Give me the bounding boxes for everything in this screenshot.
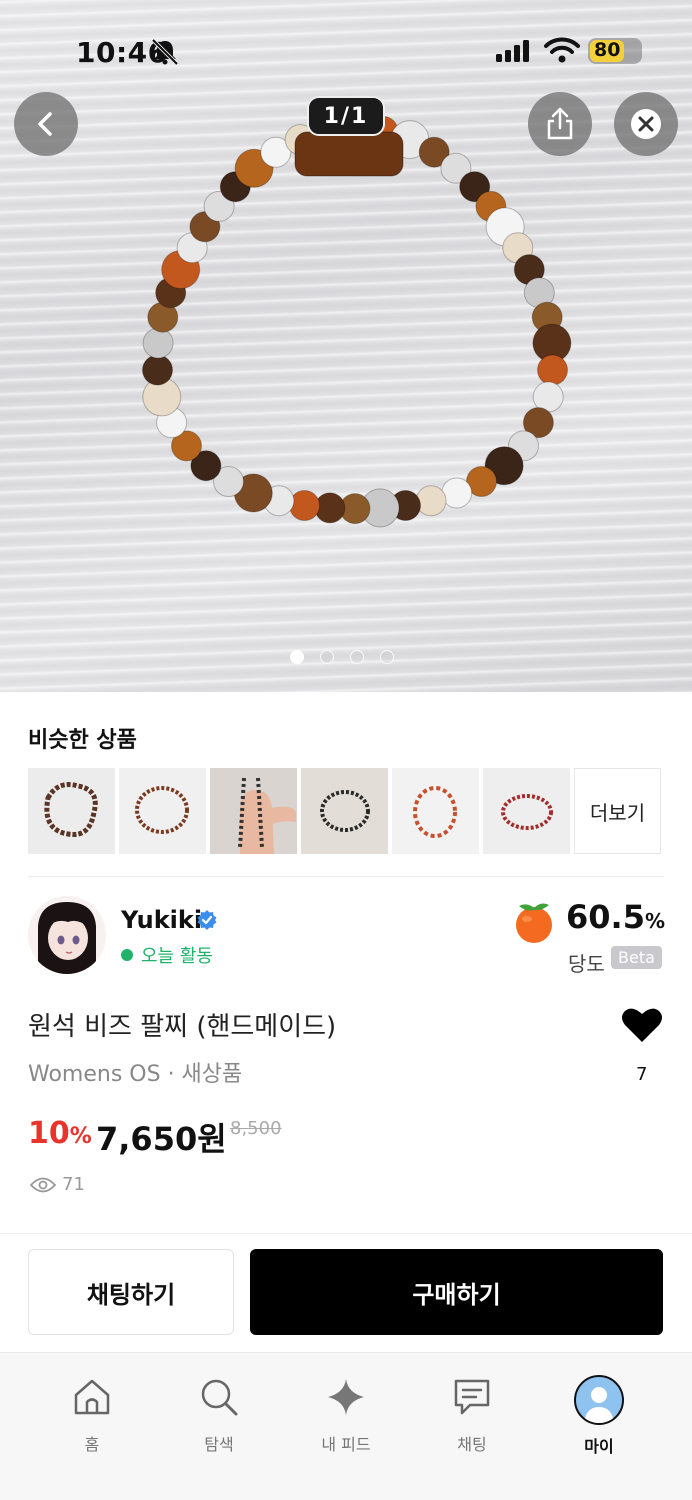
bracelet-bead [537,354,568,386]
similar-product-thumb[interactable] [483,768,570,854]
similar-product-thumb[interactable] [301,768,388,854]
pagination-dot[interactable] [290,650,304,664]
discount-rate: 10% [28,1116,92,1151]
close-button[interactable] [614,92,678,156]
more-similar-button[interactable]: 더보기 [574,768,661,854]
chat-button[interactable]: 채팅하기 [28,1249,234,1335]
heart-icon[interactable] [621,1006,663,1044]
persimmon-icon [516,903,552,943]
image-counter: 1/1 [307,96,385,136]
pagination-dot[interactable] [380,650,394,664]
nav-search-label: 탐색 [204,1435,234,1454]
similar-products-list: 더보기 [28,768,661,854]
verified-badge-icon [197,910,217,930]
status-bar: 10:46 80 [0,0,692,90]
nav-search[interactable]: 탐색 [169,1375,269,1455]
bracelet-bead [289,490,320,521]
bracelet-bead [415,485,447,517]
product-title: 원석 비즈 팔찌 (핸드메이드) [28,1012,337,1042]
similar-product-thumb[interactable] [119,768,206,854]
view-count: 71 [30,1174,85,1195]
bracelet-tube-bead [294,131,404,177]
bracelet-bead [142,327,174,359]
sweetness-score[interactable]: 60.5% [566,898,665,936]
sale-price: 7,650원 [96,1120,227,1158]
image-pagination [290,650,394,664]
seller-activity-status: 오늘 활동 [121,942,213,968]
back-button[interactable] [14,92,78,156]
nav-home[interactable]: 홈 [42,1375,142,1455]
seller-name[interactable]: Yukiki [121,906,202,934]
signal-icon [496,40,529,62]
beta-badge: Beta [611,946,662,969]
mute-bell-icon [151,38,179,66]
sparkle-icon [328,1379,364,1415]
battery-icon: 80 [588,38,642,64]
section-divider [28,876,664,877]
nav-my-label: 마이 [584,1437,614,1456]
battery-level: 80 [594,39,621,61]
chat-bubble-icon [454,1379,490,1415]
product-brand-condition: Womens OS · 새상품 [28,1062,243,1087]
similar-products-title: 비슷한 상품 [28,728,137,753]
close-icon [631,109,661,139]
share-button[interactable] [528,92,592,156]
online-dot-icon [121,949,133,961]
bracelet-bead [142,354,173,386]
nav-chat[interactable]: 채팅 [422,1375,522,1455]
similar-product-thumb[interactable] [28,768,115,854]
wifi-icon [544,37,580,63]
search-icon [201,1379,238,1416]
view-count-number: 71 [62,1174,85,1195]
pagination-dot[interactable] [350,650,364,664]
nav-feed[interactable]: 내 피드 [296,1375,396,1455]
seller-status-text: 오늘 활동 [141,946,213,967]
like-count: 7 [636,1064,648,1085]
share-icon [547,107,573,140]
sweetness-label: 당도 [568,952,605,976]
similar-product-thumb[interactable] [210,768,297,854]
nav-feed-label: 내 피드 [321,1435,371,1454]
similar-product-thumb[interactable] [392,768,479,854]
action-bar-divider [0,1233,692,1234]
eye-icon [30,1177,56,1192]
nav-chat-label: 채팅 [457,1435,487,1454]
original-price: 8,500 [230,1118,282,1139]
sweetness-unit: % [644,909,665,933]
discount-number: 10 [28,1116,70,1151]
nav-my[interactable]: 마이 [549,1375,649,1457]
home-icon [74,1379,110,1415]
discount-unit: % [69,1124,92,1149]
chevron-left-icon [38,112,52,136]
seller-avatar[interactable] [28,896,106,974]
bottom-navigation: 홈 탐색 내 피드 채팅 마이 [0,1352,692,1500]
buy-button[interactable]: 구매하기 [250,1249,663,1335]
nav-home-label: 홈 [84,1435,100,1454]
profile-avatar-icon [574,1375,624,1425]
pagination-dot[interactable] [320,650,334,664]
sweetness-number: 60.5 [566,898,645,936]
